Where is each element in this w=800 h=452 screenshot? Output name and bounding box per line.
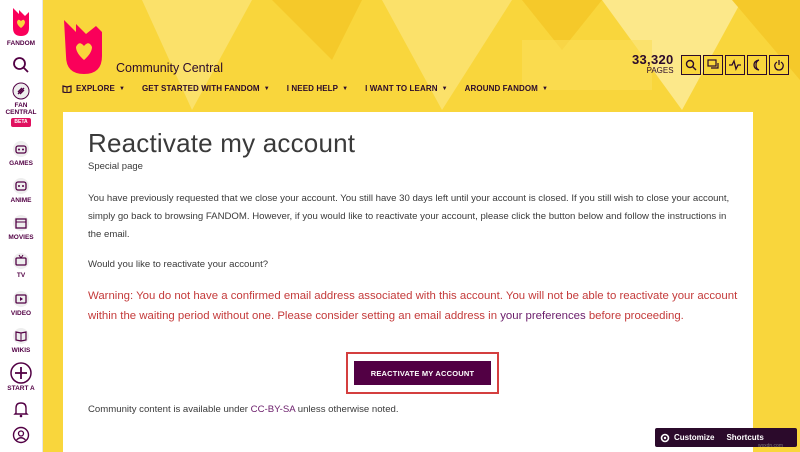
fan-central-label: FAN CENTRAL bbox=[5, 102, 37, 116]
info-paragraph: You have previously requested that we cl… bbox=[88, 193, 730, 240]
chevron-down-icon: ▼ bbox=[441, 85, 448, 92]
license-text: Community content is available under bbox=[88, 404, 251, 415]
cc-by-sa-link[interactable]: CC-BY-SA bbox=[251, 404, 295, 415]
search-tool-icon[interactable] bbox=[681, 55, 701, 75]
nav-around-fandom-label: AROUND FANDOM bbox=[464, 84, 538, 93]
games-label: GAMES bbox=[9, 160, 33, 167]
page-subtitle: Special page bbox=[88, 161, 143, 172]
anime-label: ANIME bbox=[10, 197, 32, 204]
rail-video[interactable]: VIDEO bbox=[0, 290, 42, 317]
nav-get-started-label: GET STARTED WITH FANDOM bbox=[141, 84, 260, 93]
user-icon[interactable] bbox=[0, 426, 42, 444]
pages-counter: 33,320 PAGES bbox=[632, 52, 674, 76]
rail-movies[interactable]: MOVIES bbox=[0, 214, 42, 241]
site-name[interactable]: Community Central bbox=[116, 61, 223, 75]
nav-need-help[interactable]: I NEED HELP ▼ bbox=[287, 84, 348, 93]
reactivate-account-button[interactable]: REACTIVATE MY ACCOUNT bbox=[354, 361, 491, 385]
rail-games[interactable]: GAMES bbox=[0, 140, 42, 167]
chevron-down-icon: ▼ bbox=[118, 85, 125, 92]
activity-icon[interactable] bbox=[725, 55, 745, 75]
gamepad-icon bbox=[13, 141, 29, 157]
start-label: START A bbox=[7, 385, 35, 392]
page-title: Reactivate my account bbox=[88, 128, 356, 158]
movies-label: MOVIES bbox=[8, 234, 34, 241]
nav-get-started[interactable]: GET STARTED WITH FANDOM ▼ bbox=[142, 84, 270, 93]
pages-count: 33,320 bbox=[632, 52, 674, 67]
nav-around-fandom[interactable]: AROUND FANDOM ▼ bbox=[465, 84, 548, 93]
nav-want-to-learn-label: I WANT TO LEARN bbox=[365, 84, 438, 93]
page-content: Reactivate my account Special page You h… bbox=[63, 112, 753, 452]
warning-text-end: before proceeding. bbox=[585, 310, 684, 322]
fandom-label: FANDOM bbox=[6, 40, 36, 47]
book-icon bbox=[13, 328, 29, 344]
customize-label: Customize bbox=[674, 433, 715, 442]
gear-icon bbox=[660, 433, 670, 442]
discussions-icon[interactable] bbox=[703, 55, 723, 75]
license-footer: Community content is available under CC-… bbox=[88, 404, 399, 415]
rail-wikis[interactable]: WIKIS bbox=[0, 327, 42, 354]
plus-icon bbox=[10, 362, 32, 384]
community-nav: EXPLORE ▼ GET STARTED WITH FANDOM ▼ I NEED… bbox=[62, 84, 565, 93]
reactivate-question: Would you like to reactivate your accoun… bbox=[88, 259, 269, 270]
beta-badge: BETA bbox=[11, 118, 31, 127]
search-icon[interactable] bbox=[0, 56, 42, 74]
power-icon[interactable] bbox=[769, 55, 789, 75]
fandom-logo[interactable]: FANDOM bbox=[0, 6, 42, 47]
chevron-down-icon: ▼ bbox=[263, 85, 270, 92]
warning-message: Warning: You do not have a confirmed ema… bbox=[88, 286, 738, 326]
wikis-label: WIKIS bbox=[11, 347, 31, 354]
license-text-end: unless otherwise noted. bbox=[295, 404, 399, 415]
chevron-down-icon: ▼ bbox=[342, 85, 349, 92]
rocket-icon bbox=[12, 82, 30, 100]
shortcuts-button[interactable]: Shortcuts bbox=[726, 433, 763, 442]
start-a-wiki[interactable]: START A bbox=[0, 362, 42, 392]
site-tools bbox=[679, 55, 789, 75]
rail-anime[interactable]: ANIME bbox=[0, 177, 42, 204]
nav-explore[interactable]: EXPLORE ▼ bbox=[62, 84, 125, 93]
anime-icon bbox=[13, 178, 29, 194]
bell-icon[interactable] bbox=[0, 400, 42, 418]
rail-tv[interactable]: TV bbox=[0, 252, 42, 279]
nav-explore-label: EXPLORE bbox=[76, 84, 115, 93]
preferences-link[interactable]: your preferences bbox=[500, 310, 585, 322]
tv-icon bbox=[13, 253, 29, 269]
left-rail: FANDOM FAN CENTRAL BETA GAMES ANIME MOVI… bbox=[0, 0, 43, 452]
nav-want-to-learn[interactable]: I WANT TO LEARN ▼ bbox=[365, 84, 448, 93]
chevron-down-icon: ▼ bbox=[541, 85, 548, 92]
video-label: VIDEO bbox=[10, 310, 32, 317]
customize-button[interactable]: Customize bbox=[660, 433, 714, 443]
tv-label: TV bbox=[16, 272, 26, 279]
book-open-icon bbox=[62, 84, 72, 93]
video-icon bbox=[13, 291, 29, 307]
theme-moon-icon[interactable] bbox=[747, 55, 767, 75]
fan-central-link[interactable]: FAN CENTRAL BETA bbox=[0, 82, 42, 127]
movie-icon bbox=[13, 215, 29, 231]
community-central-logo[interactable] bbox=[62, 18, 106, 83]
watermark: wsxdn.com bbox=[758, 443, 784, 449]
nav-need-help-label: I NEED HELP bbox=[286, 84, 339, 93]
